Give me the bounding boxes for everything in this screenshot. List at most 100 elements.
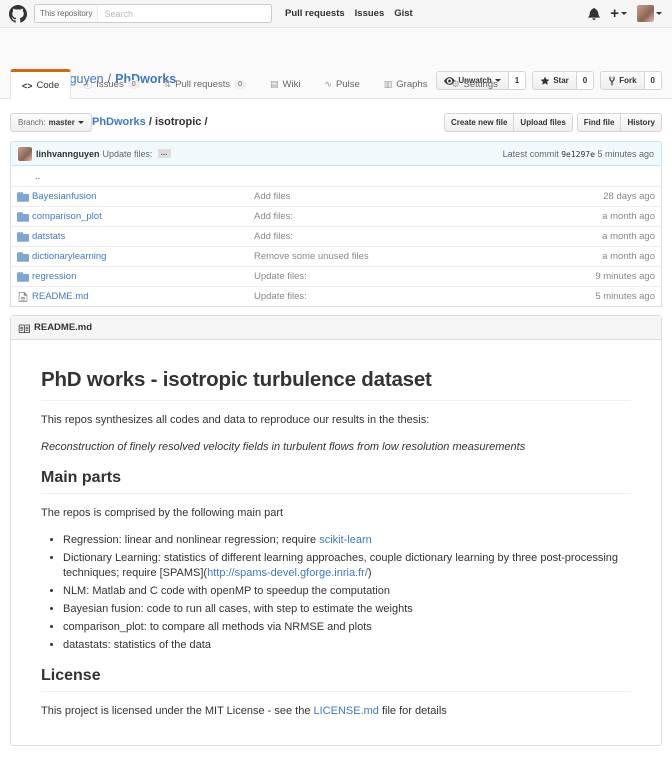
- list-item: Dictionary Learning: statistics of diffe…: [63, 551, 631, 581]
- license-text: This project is licensed under the MIT L…: [41, 704, 631, 719]
- plus-icon: +: [610, 5, 619, 22]
- stars-count[interactable]: 0: [576, 71, 595, 90]
- file-name-link[interactable]: dictionarylearning: [32, 251, 254, 262]
- latest-commit-bar: linhvannguyen Update files: … Latest com…: [10, 141, 662, 166]
- breadcrumb-repo-link[interactable]: PhDworks: [92, 116, 146, 128]
- folder-icon: [17, 211, 29, 222]
- repo-header: linhvannguyen / PhDworks Unwatch 1 Star …: [0, 28, 672, 99]
- tab-settings[interactable]: ⚙ Settings: [439, 69, 509, 98]
- tab-issues[interactable]: ⓘ Issues 0: [71, 69, 151, 98]
- fork-icon: [609, 76, 616, 85]
- star-icon: [540, 76, 550, 85]
- list-item: Bayesian fusion: code to run all cases, …: [63, 602, 631, 617]
- file-actions: Create new file Upload files Find file H…: [443, 113, 662, 132]
- create-new-menu[interactable]: +: [610, 6, 627, 21]
- thesis-title: Reconstruction of finely resolved veloci…: [41, 441, 526, 453]
- file-list: .. Bayesianfusion Add files 28 days ago …: [10, 166, 662, 307]
- history-button[interactable]: History: [620, 113, 662, 132]
- file-commit-message[interactable]: Update files:: [254, 291, 595, 302]
- header-link-pull-requests[interactable]: Pull requests: [285, 8, 345, 19]
- header-nav: Pull requests Issues Gist: [285, 8, 413, 19]
- list-item-text: Regression: linear and nonlinear regress…: [63, 534, 320, 546]
- watchers-count[interactable]: 1: [508, 71, 527, 90]
- file-name-link[interactable]: regression: [32, 271, 254, 282]
- pull-requests-count-badge: 0: [234, 79, 246, 89]
- file-name-link[interactable]: datstats: [32, 231, 254, 242]
- file-age: 9 minutes ago: [595, 271, 655, 282]
- tab-graphs[interactable]: ▥ Graphs: [372, 69, 440, 98]
- latest-commit-info: Latest commit 9e1297e 5 minutes ago: [503, 149, 654, 159]
- file-commit-message[interactable]: Remove some unused files: [254, 251, 602, 262]
- chevron-down-icon: [77, 121, 84, 124]
- header-link-issues[interactable]: Issues: [355, 8, 385, 19]
- main-parts-list: Regression: linear and nonlinear regress…: [41, 533, 631, 653]
- scikit-learn-link[interactable]: scikit-learn: [319, 534, 372, 546]
- tab-label: Issues: [96, 78, 124, 90]
- commit-message-link[interactable]: Update files:: [103, 149, 153, 159]
- file-navigation: Branch: master PhDworks / isotropic / Cr…: [10, 113, 662, 132]
- license-text-post: file for details: [378, 705, 447, 717]
- file-age: 28 days ago: [603, 191, 655, 202]
- table-row: README.md Update files: 5 minutes ago: [11, 286, 661, 306]
- tab-pulse[interactable]: ∿ Pulse: [312, 69, 371, 98]
- branch-select-button[interactable]: Branch: master: [10, 113, 92, 132]
- readme-panel: README.md PhD works - isotropic turbulen…: [10, 315, 662, 746]
- main-parts-intro: The repos is comprised by the following …: [41, 507, 284, 519]
- readme-content: PhD works - isotropic turbulence dataset…: [11, 340, 661, 719]
- file-commit-message[interactable]: Add files:: [254, 231, 602, 242]
- breadcrumb: PhDworks / isotropic /: [92, 116, 208, 128]
- file-age: a month ago: [602, 231, 655, 242]
- table-row: datstats Add files: a month ago: [11, 226, 661, 246]
- tab-pull-requests[interactable]: ⇅ Pull requests 0: [152, 69, 258, 98]
- commit-author-link[interactable]: linhvannguyen: [36, 149, 100, 159]
- file-name-link[interactable]: comparison_plot: [32, 211, 254, 222]
- user-menu[interactable]: [637, 5, 662, 22]
- license-text-pre: This project is licensed under the MIT L…: [41, 705, 314, 717]
- table-row: dictionarylearning Remove some unused fi…: [11, 246, 661, 266]
- tab-label: Pulse: [336, 78, 360, 90]
- list-item: NLM: Matlab and C code with openMP to sp…: [63, 584, 631, 599]
- parent-directory-link[interactable]: ..: [17, 171, 40, 182]
- tab-wiki[interactable]: ▤ Wiki: [258, 69, 312, 98]
- file-commit-message[interactable]: Add files: [254, 191, 603, 202]
- header-user-controls: +: [588, 5, 662, 22]
- file-commit-message[interactable]: Update files:: [254, 271, 595, 282]
- readme-header: README.md: [11, 316, 661, 340]
- file-commit-message[interactable]: Add files:: [254, 211, 602, 222]
- spams-link[interactable]: http://spams-devel.gforge.inria.fr/: [207, 567, 368, 579]
- list-item: datastats: statistics of the data: [63, 638, 631, 653]
- star-button[interactable]: Star: [532, 71, 577, 90]
- site-header: This repository Pull requests Issues Gis…: [0, 0, 672, 28]
- forks-count[interactable]: 0: [644, 71, 662, 90]
- tab-label: Wiki: [282, 78, 301, 90]
- commit-sha-link[interactable]: 9e1297e: [561, 150, 595, 159]
- section-heading-license: License: [41, 667, 631, 692]
- tab-label: Code: [36, 80, 60, 91]
- commit-expand-button[interactable]: …: [157, 149, 171, 158]
- star-group: Star 0: [532, 71, 595, 90]
- repo-tabs: <> Code ⓘ Issues 0 ⇅ Pull requests 0 ▤ W…: [10, 69, 510, 99]
- tab-code[interactable]: <> Code: [10, 69, 72, 99]
- avatar[interactable]: [18, 146, 32, 161]
- table-row: comparison_plot Add files: a month ago: [11, 206, 661, 226]
- table-row: Bayesianfusion Add files 28 days ago: [11, 186, 661, 206]
- search-scope-label[interactable]: This repository: [35, 5, 99, 22]
- readme-intro: This repos synthesizes all codes and dat…: [41, 414, 430, 426]
- header-link-gist[interactable]: Gist: [394, 8, 412, 19]
- breadcrumb-trailing-slash: /: [201, 116, 208, 128]
- fork-button[interactable]: Fork: [600, 71, 645, 90]
- github-logo-icon[interactable]: [9, 5, 27, 23]
- create-new-file-button[interactable]: Create new file: [443, 113, 515, 132]
- file-name-link[interactable]: Bayesianfusion: [32, 191, 254, 202]
- license-link[interactable]: LICENSE.md: [314, 705, 379, 717]
- file-name-link[interactable]: README.md: [32, 291, 254, 302]
- upload-files-button[interactable]: Upload files: [513, 113, 573, 132]
- tab-label: Pull requests: [175, 78, 231, 90]
- bell-icon[interactable]: [588, 7, 600, 20]
- search-input[interactable]: [98, 8, 259, 19]
- find-file-button[interactable]: Find file: [576, 113, 622, 132]
- chevron-down-icon: [621, 12, 627, 15]
- folder-icon: [17, 251, 29, 262]
- avatar: [637, 5, 654, 22]
- section-heading-main-parts: Main parts: [41, 469, 631, 494]
